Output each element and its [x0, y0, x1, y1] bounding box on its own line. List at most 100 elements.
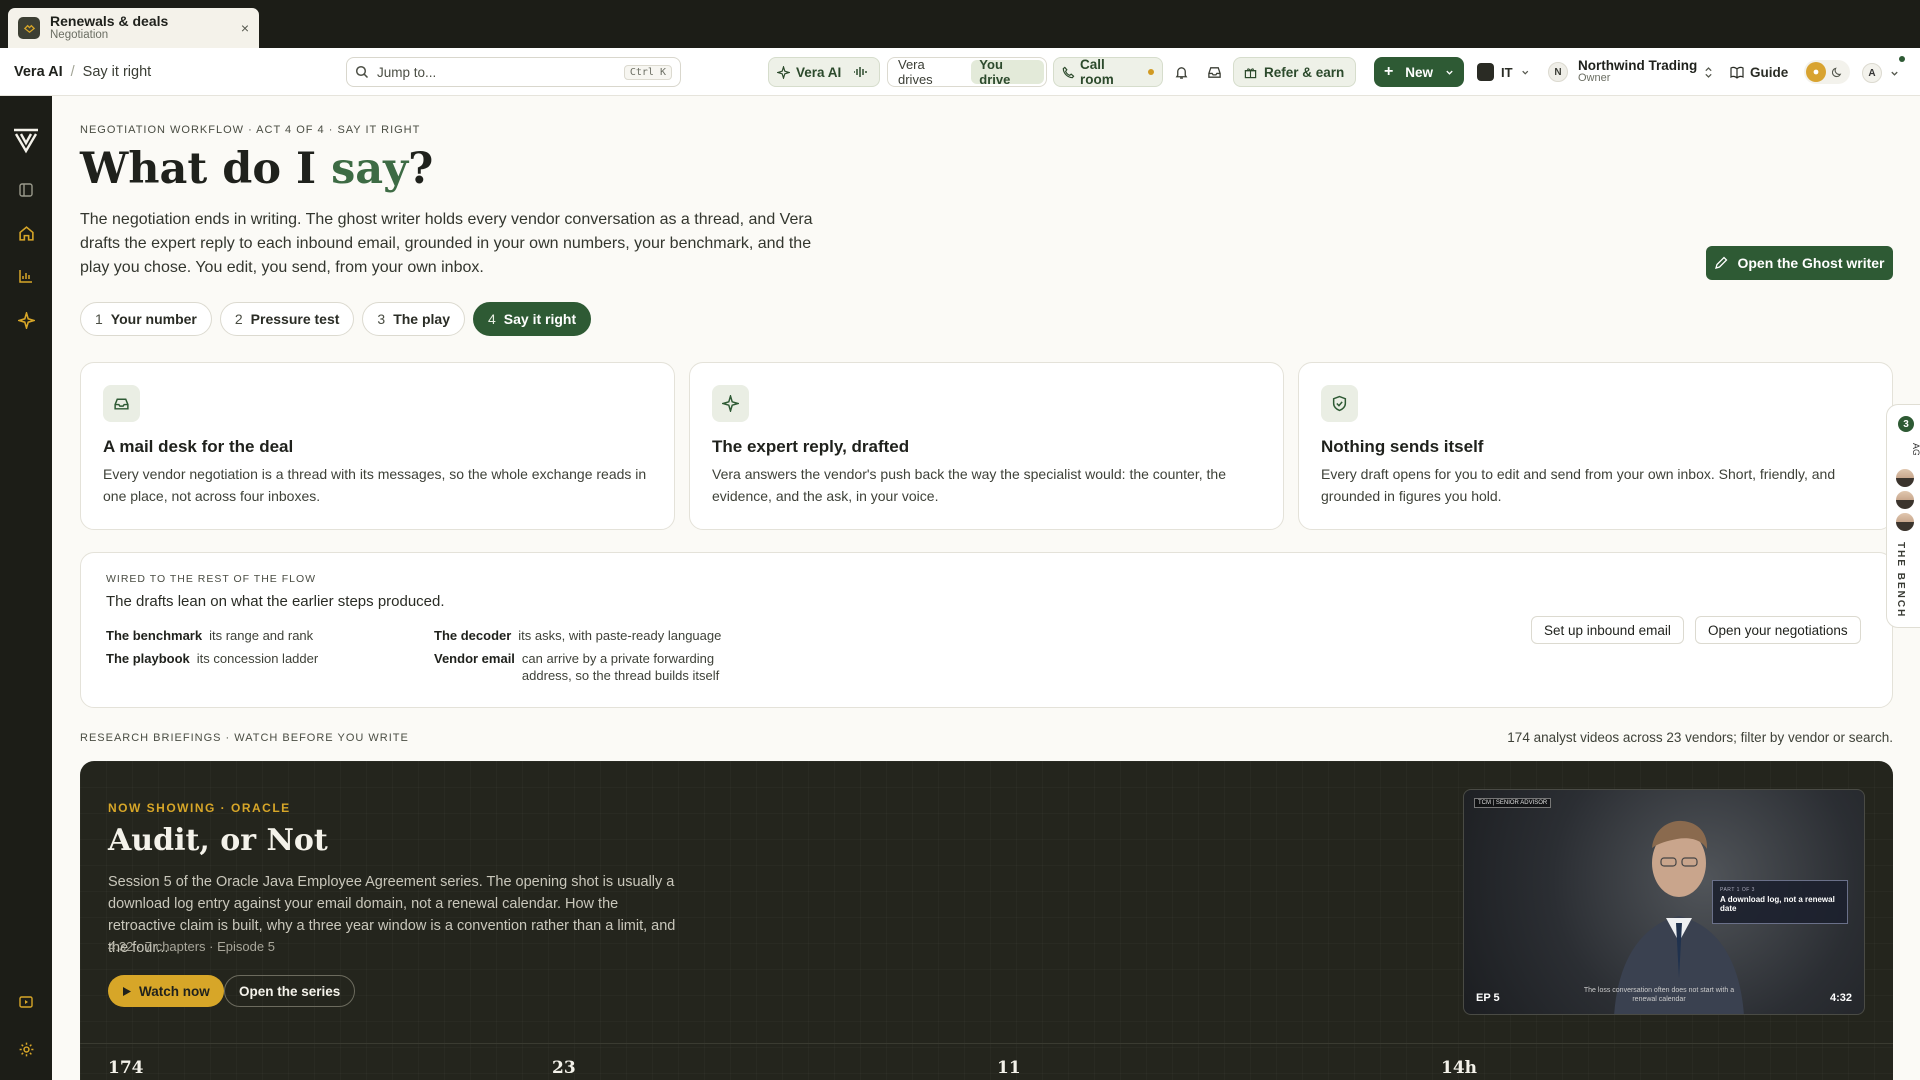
wired-item: The playbook its concession ladder — [106, 650, 318, 667]
search-shortcut: Ctrl K — [623, 64, 672, 80]
account-menu[interactable]: A — [1862, 56, 1905, 84]
open-ghost-writer-button[interactable]: Open the Ghost writer — [1706, 246, 1893, 280]
browser-tab-strip: Renewals & deals Negotiation × — [0, 0, 1920, 48]
stat-value: 23 — [552, 1058, 576, 1078]
workflow-steps: 1 Your number 2 Pressure test 3 The play 4S… — [80, 302, 592, 336]
refer-earn-label: Refer & earn — [1264, 64, 1345, 80]
wired-item: The decoder its asks, with paste-ready la… — [434, 627, 721, 644]
gift-icon — [1244, 67, 1257, 78]
card-title: The expert reply, drafted — [712, 437, 910, 456]
card-body: Every vendor negotiation is a thread wit… — [103, 466, 647, 504]
vera-ai-label: Vera AI — [796, 64, 842, 80]
search-icon — [355, 65, 369, 79]
step-number: 3 — [377, 311, 386, 327]
set-up-inbound-email-button[interactable]: Set up inbound email — [1531, 616, 1684, 644]
sparkle-icon — [777, 65, 790, 79]
top-header: Vera AI / Say it right Jump to... Ctrl K… — [0, 48, 1920, 96]
ghost-writer-label: Open the Ghost writer — [1737, 255, 1885, 271]
page-title: What do I say? — [80, 144, 433, 194]
vera-logo-icon[interactable] — [10, 124, 42, 156]
wired-item-value: its range and rank — [209, 628, 314, 643]
open-series-button[interactable]: Open the series — [224, 975, 356, 1007]
step-label: Pressure test — [250, 311, 340, 327]
the-bench-drawer-tab[interactable]: 3 AG THE BENCH — [1886, 404, 1920, 628]
voice-wave-icon[interactable] — [853, 66, 868, 78]
play-icon — [123, 986, 131, 996]
gear-icon[interactable] — [14, 1037, 38, 1061]
card-title: Nothing sends itself — [1321, 437, 1484, 456]
vera-ai-button[interactable]: Vera AI — [768, 57, 880, 87]
step-number: 2 — [234, 311, 243, 327]
open-negotiations-button[interactable]: Open your negotiations — [1695, 616, 1861, 644]
call-room-button[interactable]: Call room — [1053, 57, 1163, 87]
workflow-eyebrow: NEGOTIATION WORKFLOW · ACT 4 OF 4 · SAY … — [80, 124, 421, 136]
step-pressure-test[interactable]: 2 Pressure test — [219, 302, 355, 336]
wired-flow-panel: WIRED TO THE REST OF THE FLOW The drafts… — [80, 552, 1893, 708]
wired-item-key: The benchmark — [106, 628, 203, 643]
card-expert-reply: The expert reply, drafted Vera answers t… — [689, 362, 1284, 530]
card-mail-desk: A mail desk for the deal Every vendor ne… — [80, 362, 675, 530]
wired-item-key: The decoder — [434, 628, 512, 643]
guide-button[interactable]: Guide — [1730, 57, 1792, 87]
search-placeholder: Jump to... — [377, 64, 437, 80]
shield-check-icon — [1321, 385, 1358, 422]
jump-to-search[interactable]: Jump to... Ctrl K — [346, 57, 681, 87]
bench-peek-label: AG — [1911, 443, 1920, 455]
new-button[interactable]: + New — [1374, 57, 1464, 87]
bench-count-badge: 3 — [1898, 416, 1914, 432]
phone-icon — [1062, 66, 1075, 78]
you-drive-option[interactable]: You drive — [971, 57, 1044, 87]
drive-mode-toggle: Vera drives You drive — [887, 57, 1047, 87]
step-number: 4 — [487, 311, 496, 327]
main-content: NEGOTIATION WORKFLOW · ACT 4 OF 4 · SAY … — [52, 96, 1920, 1080]
tab-close-icon[interactable]: × — [241, 20, 249, 36]
sparkle-icon[interactable] — [14, 308, 38, 332]
step-the-play[interactable]: 3 The play — [362, 302, 465, 336]
home-icon[interactable] — [14, 221, 38, 245]
chevron-updown-icon — [1705, 66, 1712, 78]
tenant-switcher[interactable]: IT — [1473, 57, 1533, 87]
watch-now-button[interactable]: Watch now — [108, 975, 224, 1007]
video-lower-third: PART 1 OF 3 A download log, not a renewa… — [1712, 880, 1848, 924]
research-meta: 174 analyst videos across 23 vendors; fi… — [1507, 730, 1893, 745]
org-switcher[interactable]: N Northwind Trading Owner — [1548, 54, 1713, 90]
theme-toggle[interactable] — [1804, 60, 1850, 84]
research-eyebrow: RESEARCH BRIEFINGS · WATCH BEFORE YOU WR… — [80, 732, 409, 744]
wired-eyebrow: WIRED TO THE REST OF THE FLOW — [106, 573, 317, 585]
breadcrumb-root[interactable]: Vera AI — [14, 64, 63, 80]
plus-icon: + — [1384, 63, 1394, 80]
video-thumbnail[interactable]: TCM | SENIOR ADVISOR PART 1 OF 3 A downl… — [1463, 789, 1865, 1015]
left-sidebar — [0, 96, 52, 1080]
wired-item-value: its asks, with paste-ready language — [518, 628, 722, 643]
video-library-icon[interactable] — [14, 990, 38, 1014]
briefing-stats: 174 23 11 14h — [80, 1043, 1893, 1078]
bell-icon[interactable] — [1171, 62, 1191, 82]
vera-drives-option[interactable]: Vera drives — [890, 57, 969, 87]
step-say-it-right[interactable]: 4 Say it right — [472, 302, 592, 336]
breadcrumb-current: Say it right — [82, 64, 152, 80]
org-avatar: N — [1548, 62, 1568, 82]
refer-earn-button[interactable]: Refer & earn — [1233, 57, 1356, 87]
video-duration: 4:32 — [1829, 992, 1852, 1004]
video-caption: The loss conversation often does not sta… — [1583, 987, 1735, 1003]
wired-item: Vendor email can arrive by a private forw… — [434, 650, 754, 684]
inbox-icon — [103, 385, 140, 422]
stat-value: 11 — [997, 1058, 1021, 1078]
card-nothing-sends: Nothing sends itself Every draft opens f… — [1298, 362, 1893, 530]
chevron-down-icon — [1521, 70, 1528, 75]
analytics-icon[interactable] — [14, 264, 38, 288]
feature-cards: A mail desk for the deal Every vendor ne… — [80, 362, 1893, 530]
step-your-number[interactable]: 1 Your number — [80, 302, 212, 336]
step-label: Your number — [110, 311, 197, 327]
wired-item: The benchmark its range and rank — [106, 627, 313, 644]
sidebar-toggle-icon[interactable] — [14, 178, 38, 202]
pencil-icon — [1715, 256, 1728, 269]
title-suffix: ? — [408, 144, 434, 194]
tenant-logo-icon — [1477, 63, 1494, 81]
bench-avatar — [1894, 467, 1916, 489]
chevron-down-icon — [1446, 70, 1453, 75]
inbox-tray-icon[interactable] — [1204, 62, 1224, 82]
title-prefix: What do I — [80, 144, 332, 194]
guide-label: Guide — [1750, 64, 1789, 80]
tab-renewals-deals[interactable]: Renewals & deals Negotiation × — [8, 8, 259, 48]
